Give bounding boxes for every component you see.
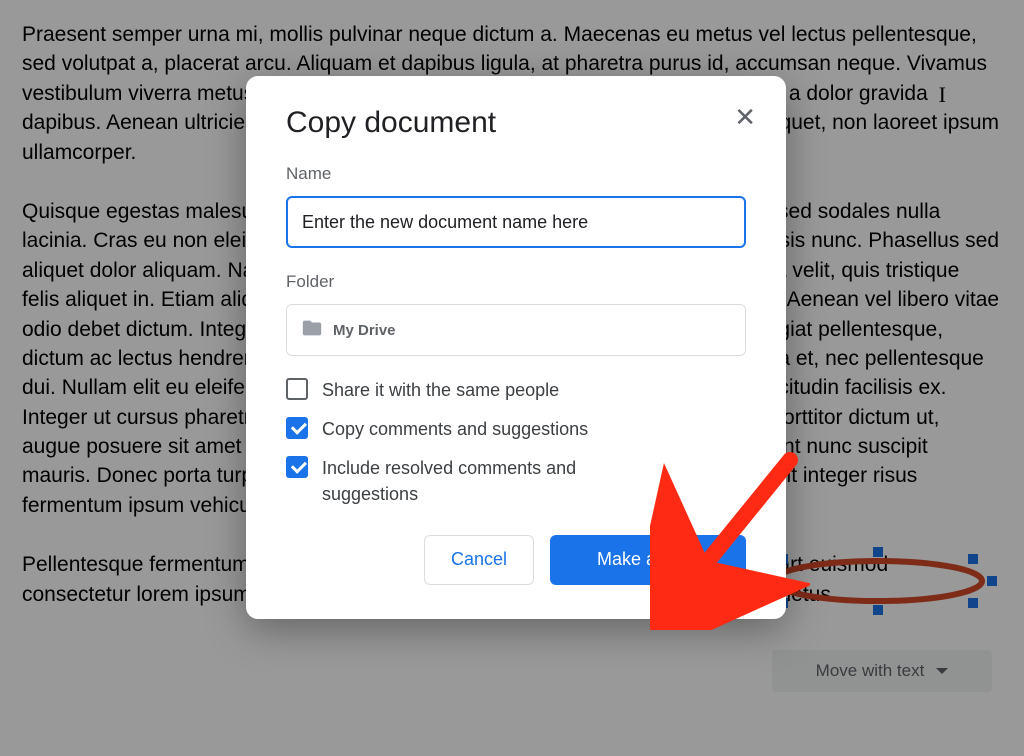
folder-name: My Drive (333, 322, 396, 339)
image-wrap-label: Move with text (816, 659, 925, 683)
make-a-copy-button[interactable]: Make a copy (550, 535, 746, 585)
cancel-button[interactable]: Cancel (424, 535, 534, 585)
checkbox-icon (286, 378, 308, 400)
options-group: Share it with the same people Copy comme… (286, 378, 746, 507)
checkbox-icon (286, 417, 308, 439)
folder-icon (301, 317, 323, 344)
name-label: Name (286, 164, 746, 184)
checkbox-icon (286, 456, 308, 478)
folder-picker[interactable]: My Drive (286, 304, 746, 356)
checkbox-label: Include resolved comments and suggestion… (322, 456, 662, 506)
text-cursor-icon: I (939, 80, 946, 111)
copy-comments-checkbox[interactable]: Copy comments and suggestions (286, 417, 746, 442)
checkbox-label: Copy comments and suggestions (322, 417, 588, 442)
dialog-buttons: Cancel Make a copy (286, 535, 746, 585)
copy-document-dialog: Copy document ✕ Name Folder My Drive Sha… (246, 76, 786, 619)
dialog-title: Copy document (286, 106, 746, 140)
folder-label: Folder (286, 272, 746, 292)
chevron-down-icon (936, 668, 948, 674)
include-resolved-checkbox[interactable]: Include resolved comments and suggestion… (286, 456, 746, 506)
close-icon[interactable]: ✕ (734, 104, 756, 130)
image-wrap-dropdown[interactable]: Move with text (772, 650, 992, 692)
checkbox-label: Share it with the same people (322, 378, 559, 403)
share-same-people-checkbox[interactable]: Share it with the same people (286, 378, 746, 403)
document-name-input[interactable] (286, 196, 746, 248)
